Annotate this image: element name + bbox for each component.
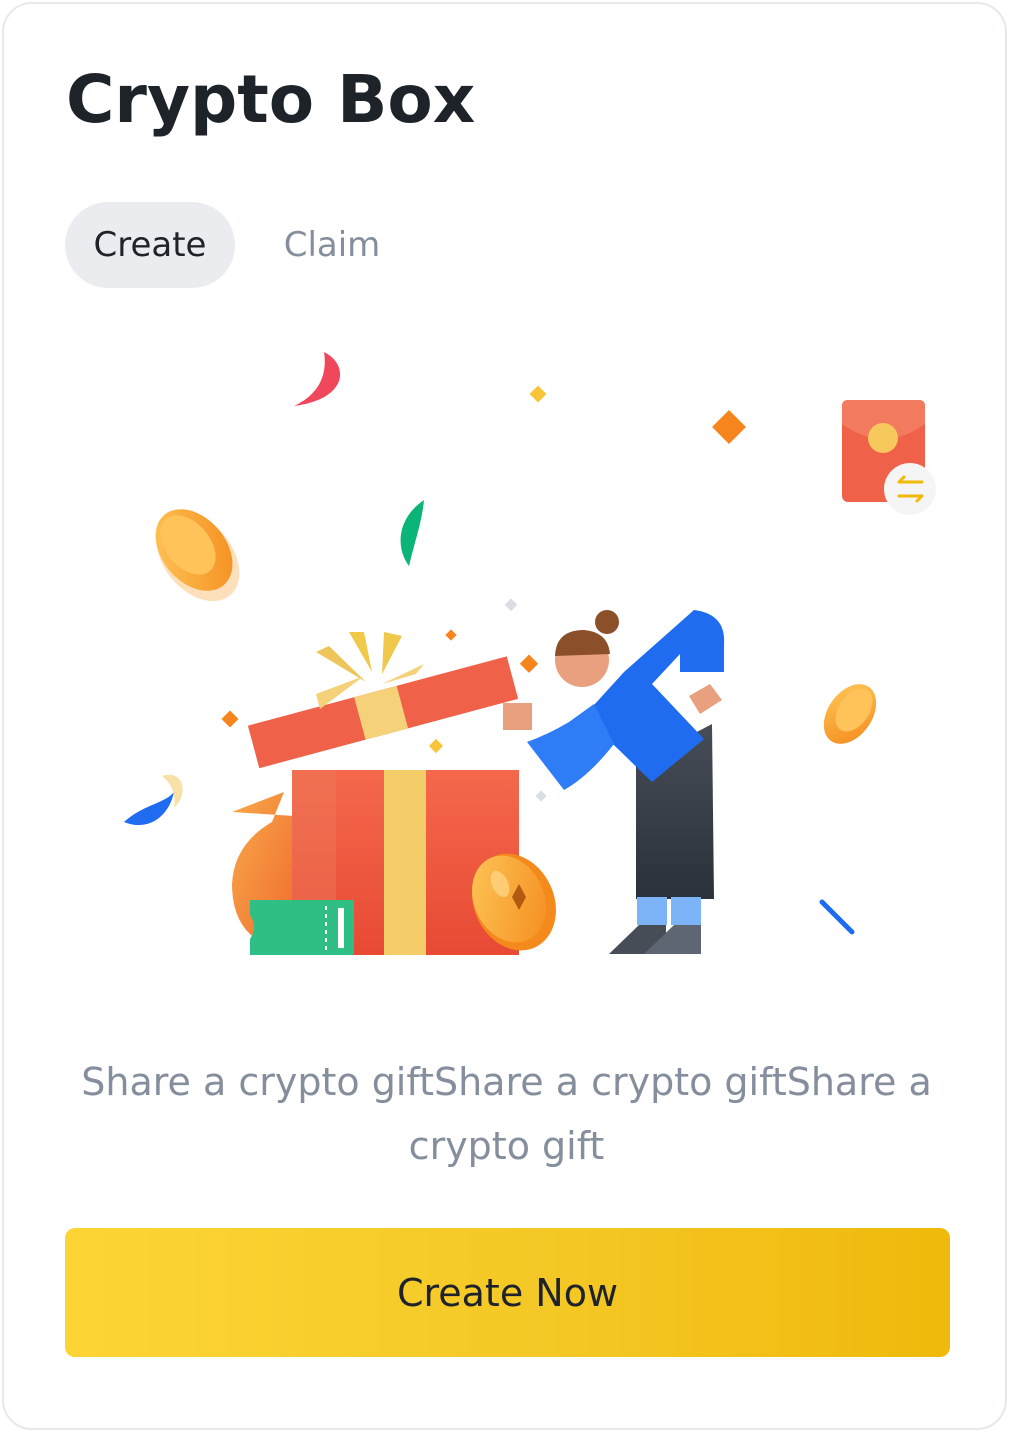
confetti-orange-small-icon [445, 629, 457, 641]
confetti-yellow-small-icon [529, 385, 547, 403]
coin-left-icon [155, 509, 240, 602]
tab-create[interactable]: Create [65, 202, 235, 288]
confetti-yellow-mid-icon [428, 738, 444, 754]
confetti-grey-small-icon [535, 790, 547, 802]
ticket-icon [250, 900, 354, 955]
confetti-pink-icon [294, 352, 341, 406]
confetti-green-icon [400, 500, 424, 566]
tab-bar: Create Claim [65, 202, 407, 288]
coin-right-icon [823, 684, 877, 744]
crypto-box-card: Crypto Box Create Claim Share a crypto g… [2, 2, 1007, 1430]
tab-claim[interactable]: Claim [257, 202, 407, 288]
confetti-grey-icon [504, 598, 518, 612]
create-now-button[interactable]: Create Now [65, 1228, 950, 1357]
confetti-blue-right-icon [819, 899, 855, 935]
confetti-orange-mid-icon [519, 654, 539, 673]
page-title: Crypto Box [66, 61, 476, 138]
confetti-orange-icon [712, 410, 746, 444]
confetti-orange-left-icon [221, 710, 239, 728]
description-text: Share a crypto giftShare a crypto giftSh… [81, 1060, 932, 1168]
red-envelope-icon [842, 400, 936, 515]
gift-box-illustration [124, 352, 936, 955]
confetti-blue-left-icon [124, 792, 174, 826]
